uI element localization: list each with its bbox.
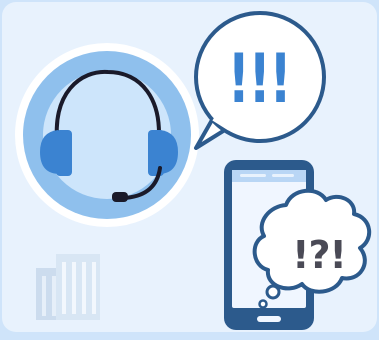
support-illustration: !!! !?! [0, 0, 379, 335]
speech-bubble-text: !!! [227, 40, 292, 119]
thought-bubble-text: !?! [292, 233, 347, 277]
illustration-canvas [2, 2, 377, 332]
headset-icon [15, 43, 199, 227]
